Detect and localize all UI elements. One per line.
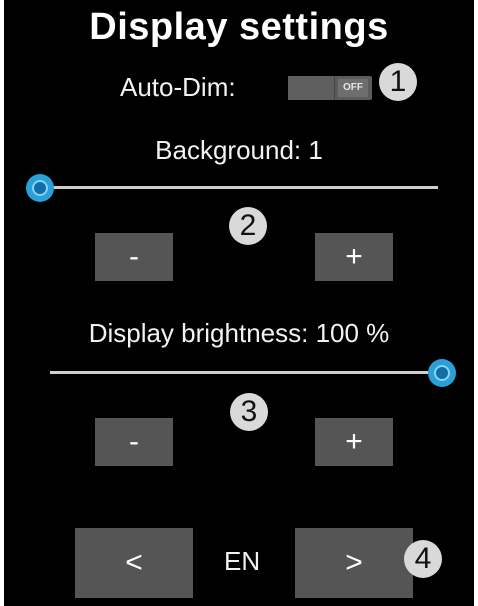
language-code: EN: [224, 546, 261, 576]
background-minus-button[interactable]: -: [95, 233, 173, 281]
callout-badge-2: 2: [229, 207, 267, 245]
language-prev-button[interactable]: <: [75, 528, 193, 598]
language-next-button[interactable]: >: [295, 528, 413, 598]
brightness-slider-handle[interactable]: [428, 359, 456, 387]
brightness-label: Display brightness: 100 %: [88, 318, 390, 348]
background-slider-track[interactable]: [40, 186, 438, 189]
brightness-minus-button[interactable]: -: [95, 418, 173, 466]
toggle-knob: [288, 76, 335, 100]
toggle-state-text: OFF: [338, 79, 368, 97]
background-label: Background: 1: [155, 135, 323, 165]
auto-dim-label: Auto-Dim:: [120, 72, 236, 102]
brightness-plus-button[interactable]: +: [315, 418, 393, 466]
callout-badge-4: 4: [404, 540, 442, 578]
page-title: Display settings: [89, 6, 389, 48]
brightness-slider-track[interactable]: [50, 371, 442, 374]
background-plus-button[interactable]: +: [315, 233, 393, 281]
callout-badge-1: 1: [379, 63, 417, 101]
auto-dim-toggle[interactable]: OFF: [288, 76, 372, 100]
background-slider-handle[interactable]: [26, 174, 54, 202]
callout-badge-3: 3: [230, 393, 268, 431]
display-settings-screen: Display settings Auto-Dim: OFF 1 Backgro…: [4, 0, 474, 606]
